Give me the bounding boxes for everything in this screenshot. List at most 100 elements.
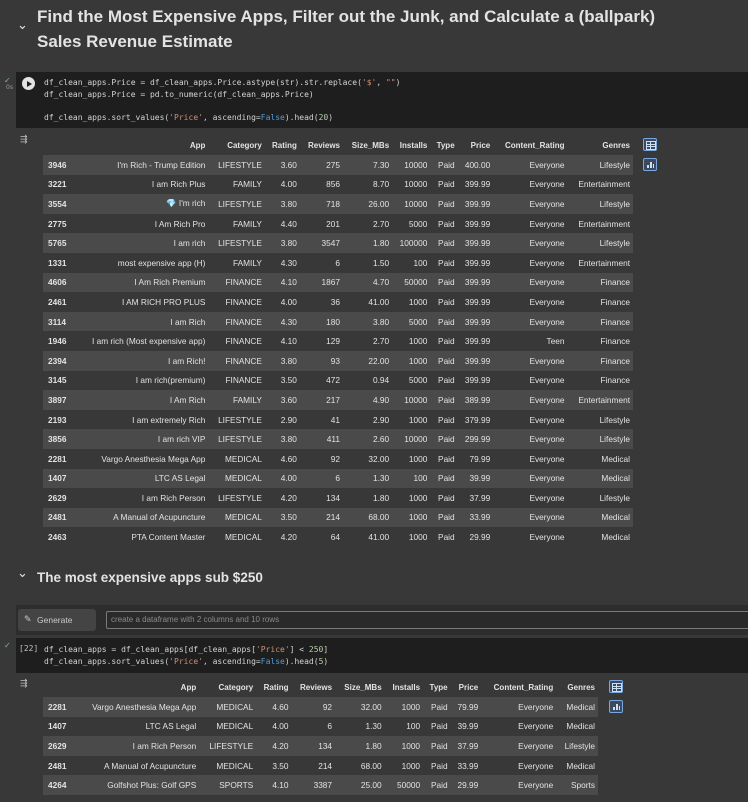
output-menu-icon[interactable]: ⇶ bbox=[20, 679, 33, 689]
bar-chart-icon[interactable] bbox=[609, 700, 623, 713]
table-cell: MEDICAL bbox=[199, 755, 257, 776]
row-index: 2193 bbox=[43, 409, 73, 430]
code-editor-1[interactable]: df_clean_apps.Price = df_clean_apps.Pric… bbox=[44, 77, 400, 123]
code-cell-2[interactable]: [22] df_clean_apps = df_clean_apps[df_cl… bbox=[16, 638, 748, 673]
table-cell: 29.99 bbox=[450, 775, 482, 795]
table-cell: Entertainment bbox=[567, 252, 633, 273]
table-cell: 4.10 bbox=[264, 331, 300, 351]
table-cell: Paid bbox=[430, 252, 458, 273]
table-cell: Lifestyle bbox=[567, 409, 633, 430]
table-cell: 3.80 bbox=[264, 194, 300, 214]
table-cell: 214 bbox=[291, 755, 336, 776]
table-cell: 399.99 bbox=[457, 233, 494, 253]
table-cell: 4.40 bbox=[264, 213, 300, 234]
table-cell: Finance bbox=[567, 292, 633, 312]
table-row: 3554 💎 I'm rich LIFESTYLE 3.80 718 26.00 10000… bbox=[43, 194, 633, 214]
row-index: 3221 bbox=[43, 174, 73, 195]
table-cell: Paid bbox=[430, 292, 458, 312]
table-row: 2281 Vargo Anesthesia Mega App MEDICAL 4.60… bbox=[43, 697, 598, 717]
table-cell: 180 bbox=[299, 311, 343, 332]
table-cell: Paid bbox=[430, 370, 458, 391]
table-cell: I'm Rich - Trump Edition bbox=[73, 155, 209, 175]
table-cell: 389.99 bbox=[457, 390, 494, 410]
table-cell: MEDICAL bbox=[208, 468, 265, 489]
table-cell: 3.50 bbox=[264, 507, 300, 528]
table-cell: PTA Content Master bbox=[73, 527, 209, 547]
table-cell: 79.99 bbox=[450, 697, 482, 717]
table-cell: 32.00 bbox=[335, 697, 385, 717]
table-cell: 5000 bbox=[392, 370, 431, 391]
output-menu-icon[interactable]: ⇶ bbox=[20, 135, 33, 145]
row-index: 3946 bbox=[43, 155, 73, 175]
table-cell: 3.60 bbox=[264, 390, 300, 410]
generate-button[interactable]: ✎ Generate bbox=[18, 609, 96, 631]
table-cell: 3.50 bbox=[264, 370, 300, 391]
table-cell: Entertainment bbox=[567, 174, 633, 195]
table-cell: 201 bbox=[299, 213, 343, 234]
table-grid-icon[interactable] bbox=[643, 138, 657, 151]
table-cell: 399.99 bbox=[457, 252, 494, 273]
table-cell: Lifestyle bbox=[556, 736, 598, 756]
table-cell: Paid bbox=[423, 716, 451, 737]
row-index: 1407 bbox=[43, 468, 73, 489]
table-cell: 400.00 bbox=[457, 155, 494, 175]
table-cell: 1000 bbox=[392, 488, 431, 508]
table-cell: A Manual of Acupuncture bbox=[73, 755, 200, 776]
table-cell: 68.00 bbox=[335, 755, 385, 776]
table-cell: LIFESTYLE bbox=[199, 736, 257, 756]
table-cell: Everyone bbox=[481, 775, 557, 795]
table-cell: Paid bbox=[430, 174, 458, 195]
row-index: 2461 bbox=[43, 292, 73, 312]
chevron-down-icon[interactable]: ⌄ bbox=[17, 566, 28, 581]
table-cell: 33.99 bbox=[457, 507, 494, 528]
table-cell: 10000 bbox=[392, 174, 431, 195]
table-cell: 39.99 bbox=[450, 716, 482, 737]
play-circle-icon[interactable] bbox=[22, 77, 35, 90]
table-cell: 92 bbox=[299, 448, 343, 469]
table-cell: 26.00 bbox=[343, 194, 393, 214]
code-cell-1[interactable]: df_clean_apps.Price = df_clean_apps.Pric… bbox=[16, 72, 748, 128]
section-heading-1: ⌄ Find the Most Expensive Apps, Filter o… bbox=[0, 0, 748, 70]
row-index: 2281 bbox=[43, 697, 74, 717]
table-cell: Everyone bbox=[481, 736, 557, 756]
table-cell: 68.00 bbox=[343, 507, 393, 528]
table-row: 4264 Golfshot Plus: Golf GPS SPORTS 4.10 338… bbox=[43, 775, 598, 795]
row-index: 3856 bbox=[43, 429, 73, 449]
table-row: 3114 I am Rich FINANCE 4.30 180 3.80 5000 Paid 3… bbox=[43, 311, 633, 332]
table-cell: 25.00 bbox=[335, 775, 385, 795]
row-index: 2481 bbox=[43, 755, 74, 776]
bar-chart-icon[interactable] bbox=[643, 158, 657, 171]
table-row: 2461 I AM RICH PRO PLUS FINANCE 4.00 36 41.00… bbox=[43, 292, 633, 312]
table-cell: 3.80 bbox=[343, 311, 393, 332]
table-cell: 4.60 bbox=[264, 448, 300, 469]
row-index: 1407 bbox=[43, 716, 74, 737]
table-cell: FAMILY bbox=[208, 390, 265, 410]
table-header-row: App Category Rating Reviews Size_MBs Installs… bbox=[43, 678, 598, 697]
table-cell: Paid bbox=[430, 213, 458, 234]
table-cell: Teen bbox=[493, 331, 568, 351]
table-cell: FINANCE bbox=[208, 311, 265, 332]
table-cell: 399.99 bbox=[457, 311, 494, 332]
table-grid-icon[interactable] bbox=[609, 680, 623, 693]
table-header-row: App Category Rating Reviews Size_MBs Installs… bbox=[43, 136, 633, 155]
row-index: 2629 bbox=[43, 488, 73, 508]
table-cell: I am rich (Most expensive app) bbox=[73, 331, 209, 351]
table-cell: 134 bbox=[299, 488, 343, 508]
chevron-down-icon[interactable]: ⌄ bbox=[17, 18, 28, 33]
table-cell: 4.90 bbox=[343, 390, 393, 410]
table-cell: 4.20 bbox=[264, 527, 300, 547]
table-cell: Paid bbox=[430, 448, 458, 469]
generate-prompt-input[interactable]: create a dataframe with 2 columns and 10… bbox=[106, 611, 748, 629]
column-header: Rating bbox=[256, 678, 292, 697]
table-cell: Everyone bbox=[493, 429, 568, 449]
code-editor-2[interactable]: df_clean_apps = df_clean_apps[df_clean_a… bbox=[44, 644, 328, 667]
table-cell: Medical bbox=[567, 507, 633, 528]
table-cell: Paid bbox=[430, 488, 458, 508]
table-row: 3897 I Am Rich FAMILY 3.60 217 4.90 10000 Paid 3… bbox=[43, 390, 633, 410]
table-cell: Lifestyle bbox=[567, 194, 633, 214]
table-cell: Paid bbox=[423, 755, 451, 776]
table-row: 2193 I am extremely Rich LIFESTYLE 2.90 41 2.… bbox=[43, 409, 633, 430]
table-cell: SPORTS bbox=[199, 775, 257, 795]
table-cell: 64 bbox=[299, 527, 343, 547]
column-header: Installs bbox=[384, 678, 424, 697]
